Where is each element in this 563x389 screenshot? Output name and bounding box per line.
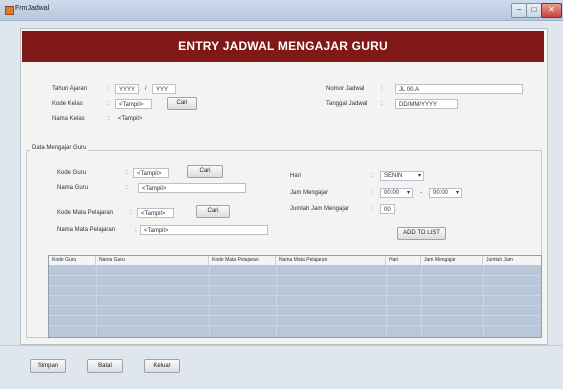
add-to-list-button[interactable]: ADD TO LIST — [397, 227, 446, 240]
colon: : — [130, 210, 132, 216]
nama-kelas-value: <Tampil> — [118, 116, 143, 122]
colon: : — [126, 170, 128, 176]
chevron-down-icon: ▾ — [455, 190, 459, 196]
maximize-button[interactable]: □ — [526, 3, 542, 18]
table-row — [49, 285, 541, 286]
batal-button[interactable]: Batal — [87, 359, 123, 373]
colon: : — [108, 116, 110, 122]
footer-divider — [0, 345, 563, 346]
jam-mengajar-label: Jam Mengajar — [290, 190, 329, 196]
jam-selesai-select[interactable]: 00:00 ▾ — [429, 188, 462, 198]
cari-guru-button[interactable]: Cari — [187, 165, 223, 178]
simpan-button[interactable]: Simpan — [30, 359, 66, 373]
colon: : — [372, 173, 374, 179]
nomor-jadwal-label: Nomor Jadwal — [326, 86, 365, 92]
column-header[interactable]: Nama Mata Pelajaran — [276, 256, 386, 265]
table-row — [49, 305, 541, 306]
table-row — [49, 325, 541, 326]
colon: : — [108, 101, 110, 107]
window-title: FrmJadwal — [15, 5, 50, 12]
column-divider — [386, 265, 387, 337]
table-row — [49, 275, 541, 276]
jumlah-jam-label: Jumlah Jam Mengajar — [290, 206, 350, 212]
tahun-ajaran-label: Tahun Ajaran — [52, 86, 88, 92]
nama-mapel-label: Nama Mata Pelajaran — [57, 227, 116, 233]
tanggal-jadwal-input[interactable]: DD/MM/YYYY — [395, 99, 458, 109]
column-divider — [483, 265, 484, 337]
tahun-ajaran-separator: / — [145, 86, 147, 92]
tahun-ajaran-from-input[interactable]: YYYY — [115, 84, 139, 94]
chevron-down-icon: ▾ — [406, 190, 410, 196]
cari-kelas-button[interactable]: Cari — [167, 97, 197, 110]
app-icon — [5, 6, 14, 15]
tahun-ajaran-to-input[interactable]: YYY — [152, 84, 176, 94]
column-header[interactable]: Kode Guru — [49, 256, 96, 265]
column-divider — [96, 265, 97, 337]
kode-kelas-label: Kode Kelas — [52, 101, 83, 107]
jam-mulai-select[interactable]: 00:00 ▾ — [380, 188, 413, 198]
colon: : — [135, 227, 137, 233]
jadwal-table[interactable]: Kode Guru Nama Guru Kode Mata Pelajaran … — [48, 255, 542, 338]
page-title: ENTRY JADWAL MENGAJAR GURU — [22, 31, 544, 62]
column-divider — [276, 265, 277, 337]
nama-guru-label: Nama Guru — [57, 185, 89, 191]
nomor-jadwal-input[interactable]: JL 00.A — [395, 84, 523, 94]
close-button[interactable]: ✕ — [541, 3, 562, 18]
colon: : — [126, 185, 128, 191]
colon: : — [372, 190, 374, 196]
column-header[interactable]: Jam Mengajar — [421, 256, 483, 265]
data-mengajar-group-title: Data Mengajar Guru — [30, 145, 89, 151]
minimize-button[interactable]: – — [511, 3, 527, 18]
colon: : — [381, 86, 383, 92]
column-header[interactable]: Kode Mata Pelajaran — [209, 256, 276, 265]
hari-label: Hari — [290, 173, 302, 179]
kode-mapel-input[interactable]: <Tampil> — [137, 208, 174, 218]
hari-select[interactable]: SENIN ▾ — [380, 171, 424, 181]
nama-mapel-field: <Tampil> — [140, 225, 268, 235]
table-row — [49, 295, 541, 296]
jam-selesai-value: 00:00 — [433, 190, 449, 196]
column-header[interactable]: Jumlah Jam — [483, 256, 541, 265]
kode-kelas-input[interactable]: <Tampil> — [115, 99, 152, 109]
column-divider — [209, 265, 210, 337]
colon: : — [372, 206, 374, 212]
keluar-button[interactable]: Keluar — [144, 359, 180, 373]
colon: : — [381, 101, 383, 107]
jam-separator: - — [420, 190, 422, 196]
nama-guru-field: <Tampil> — [138, 183, 246, 193]
kode-guru-input[interactable]: <Tampil> — [133, 168, 169, 178]
kode-guru-label: Kode Guru — [57, 170, 87, 176]
jumlah-jam-input[interactable]: 00 — [380, 204, 395, 214]
cari-mapel-button[interactable]: Cari — [196, 205, 230, 218]
column-header[interactable]: Nama Guru — [96, 256, 209, 265]
column-header[interactable]: Hari — [386, 256, 421, 265]
tanggal-jadwal-label: Tanggal Jadwal — [326, 101, 368, 107]
hari-select-value: SENIN — [384, 173, 403, 179]
table-row — [49, 315, 541, 316]
chevron-down-icon: ▾ — [417, 173, 421, 179]
window-titlebar: FrmJadwal – □ ✕ — [0, 0, 563, 21]
jam-mulai-value: 00:00 — [384, 190, 400, 196]
colon: : — [108, 86, 110, 92]
kode-mapel-label: Kode Mata Pelajaran — [57, 210, 114, 216]
table-header: Kode Guru Nama Guru Kode Mata Pelajaran … — [49, 256, 541, 266]
nama-kelas-label: Nama Kelas — [52, 116, 85, 122]
column-divider — [421, 265, 422, 337]
